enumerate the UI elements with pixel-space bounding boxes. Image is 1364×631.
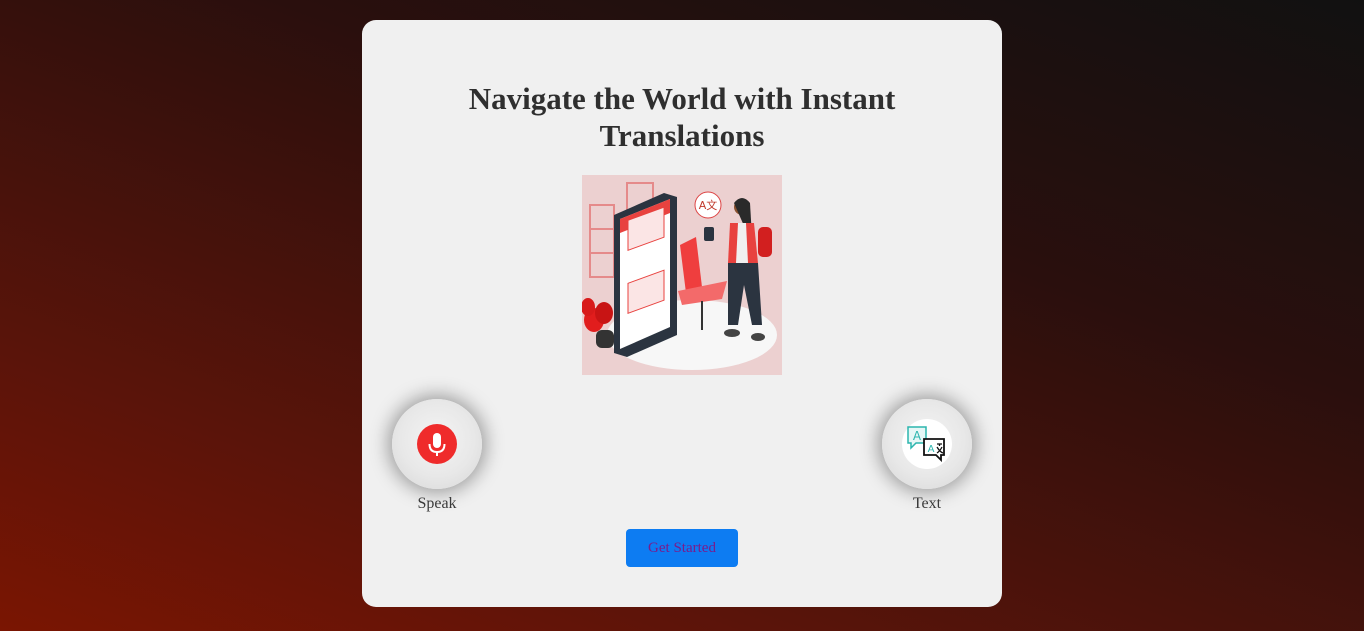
microphone-icon-svg <box>428 433 446 456</box>
main-card: Navigate the World with Instant Translat… <box>362 20 1002 607</box>
svg-text:A: A <box>913 429 922 443</box>
speak-label: Speak <box>417 495 457 512</box>
phone-graphic <box>614 193 677 357</box>
plant-graphic <box>582 298 614 348</box>
translate-chat-icon-svg: A A <box>907 426 945 463</box>
text-label: Text <box>912 495 942 512</box>
microphone-icon <box>417 424 457 464</box>
translate-chat-icon: A A <box>902 419 952 469</box>
svg-text:A: A <box>928 444 935 455</box>
bubble-glyph: A文 <box>699 198 718 212</box>
get-started-button[interactable]: Get Started <box>626 529 738 567</box>
text-button[interactable]: A A <box>882 399 972 489</box>
translate-bubble-graphic: A文 <box>694 191 722 219</box>
page-title: Navigate the World with Instant Translat… <box>362 80 1002 154</box>
translation-app-illustration: A文 <box>582 175 782 375</box>
speak-button[interactable] <box>392 399 482 489</box>
illustration-svg: A文 <box>582 182 777 370</box>
page-title-text: Navigate the World with Instant Translat… <box>468 81 896 153</box>
